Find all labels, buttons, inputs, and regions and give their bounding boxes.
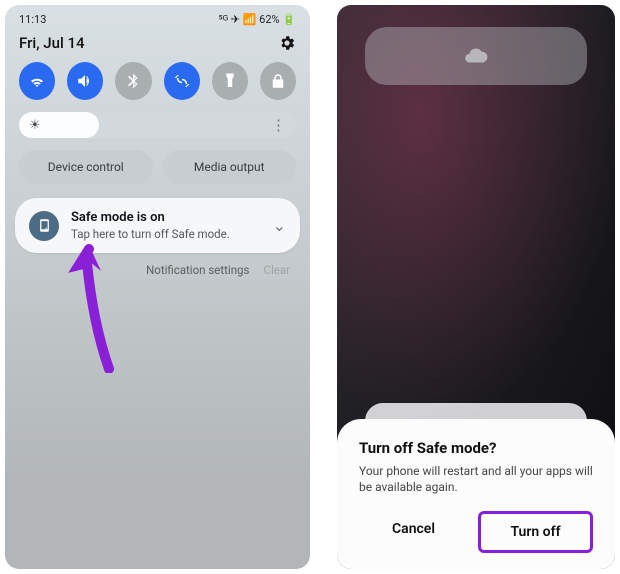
clock: 11:13 <box>19 13 46 26</box>
brightness-slider[interactable]: ☀ ⋮ <box>19 112 296 138</box>
device-control-chip[interactable]: Device control <box>19 150 153 184</box>
clear-link[interactable]: Clear <box>263 263 290 277</box>
confirm-sheet: Turn off Safe mode? Your phone will rest… <box>337 419 615 569</box>
notification-text: Safe mode is on Tap here to turn off Saf… <box>71 210 230 241</box>
status-bar: 11:13 ⁵ᴳ ✈ 📶 62% 🔋 <box>5 5 310 28</box>
date-label: Fri, Jul 14 <box>19 34 85 52</box>
qs-sync[interactable] <box>164 62 200 100</box>
safe-mode-notification[interactable]: Safe mode is on Tap here to turn off Saf… <box>15 198 300 253</box>
qs-wifi[interactable] <box>19 62 55 100</box>
qs-sound[interactable] <box>67 62 103 100</box>
gear-icon[interactable] <box>278 34 296 52</box>
notification-title: Safe mode is on <box>71 210 230 225</box>
qs-flashlight[interactable] <box>212 62 248 100</box>
brightness-menu-icon[interactable]: ⋮ <box>271 116 286 134</box>
cancel-button[interactable]: Cancel <box>359 511 468 553</box>
phone-icon <box>29 211 59 241</box>
quick-settings-row <box>5 62 310 110</box>
status-indicators: ⁵ᴳ ✈ 📶 62% 🔋 <box>219 13 296 26</box>
dialog-message: Your phone will restart and all your app… <box>359 463 593 495</box>
brightness-icon: ☀ <box>29 118 41 133</box>
qs-lock[interactable] <box>260 62 296 100</box>
lockscreen-dialog: Turn off Safe mode? Your phone will rest… <box>337 5 615 569</box>
notification-settings-link[interactable]: Notification settings <box>146 263 249 277</box>
notification-subtitle: Tap here to turn off Safe mode. <box>71 227 230 241</box>
media-output-chip[interactable]: Media output <box>163 150 297 184</box>
notification-shade: 11:13 ⁵ᴳ ✈ 📶 62% 🔋 Fri, Jul 14 ☀ ⋮ Devic… <box>5 5 310 569</box>
dialog-title: Turn off Safe mode? <box>359 439 593 457</box>
qs-bluetooth[interactable] <box>115 62 151 100</box>
turn-off-button[interactable]: Turn off <box>478 511 593 553</box>
cloud-icon <box>463 43 489 69</box>
chevron-down-icon[interactable]: ⌄ <box>273 216 286 235</box>
weather-widget[interactable] <box>365 27 587 85</box>
